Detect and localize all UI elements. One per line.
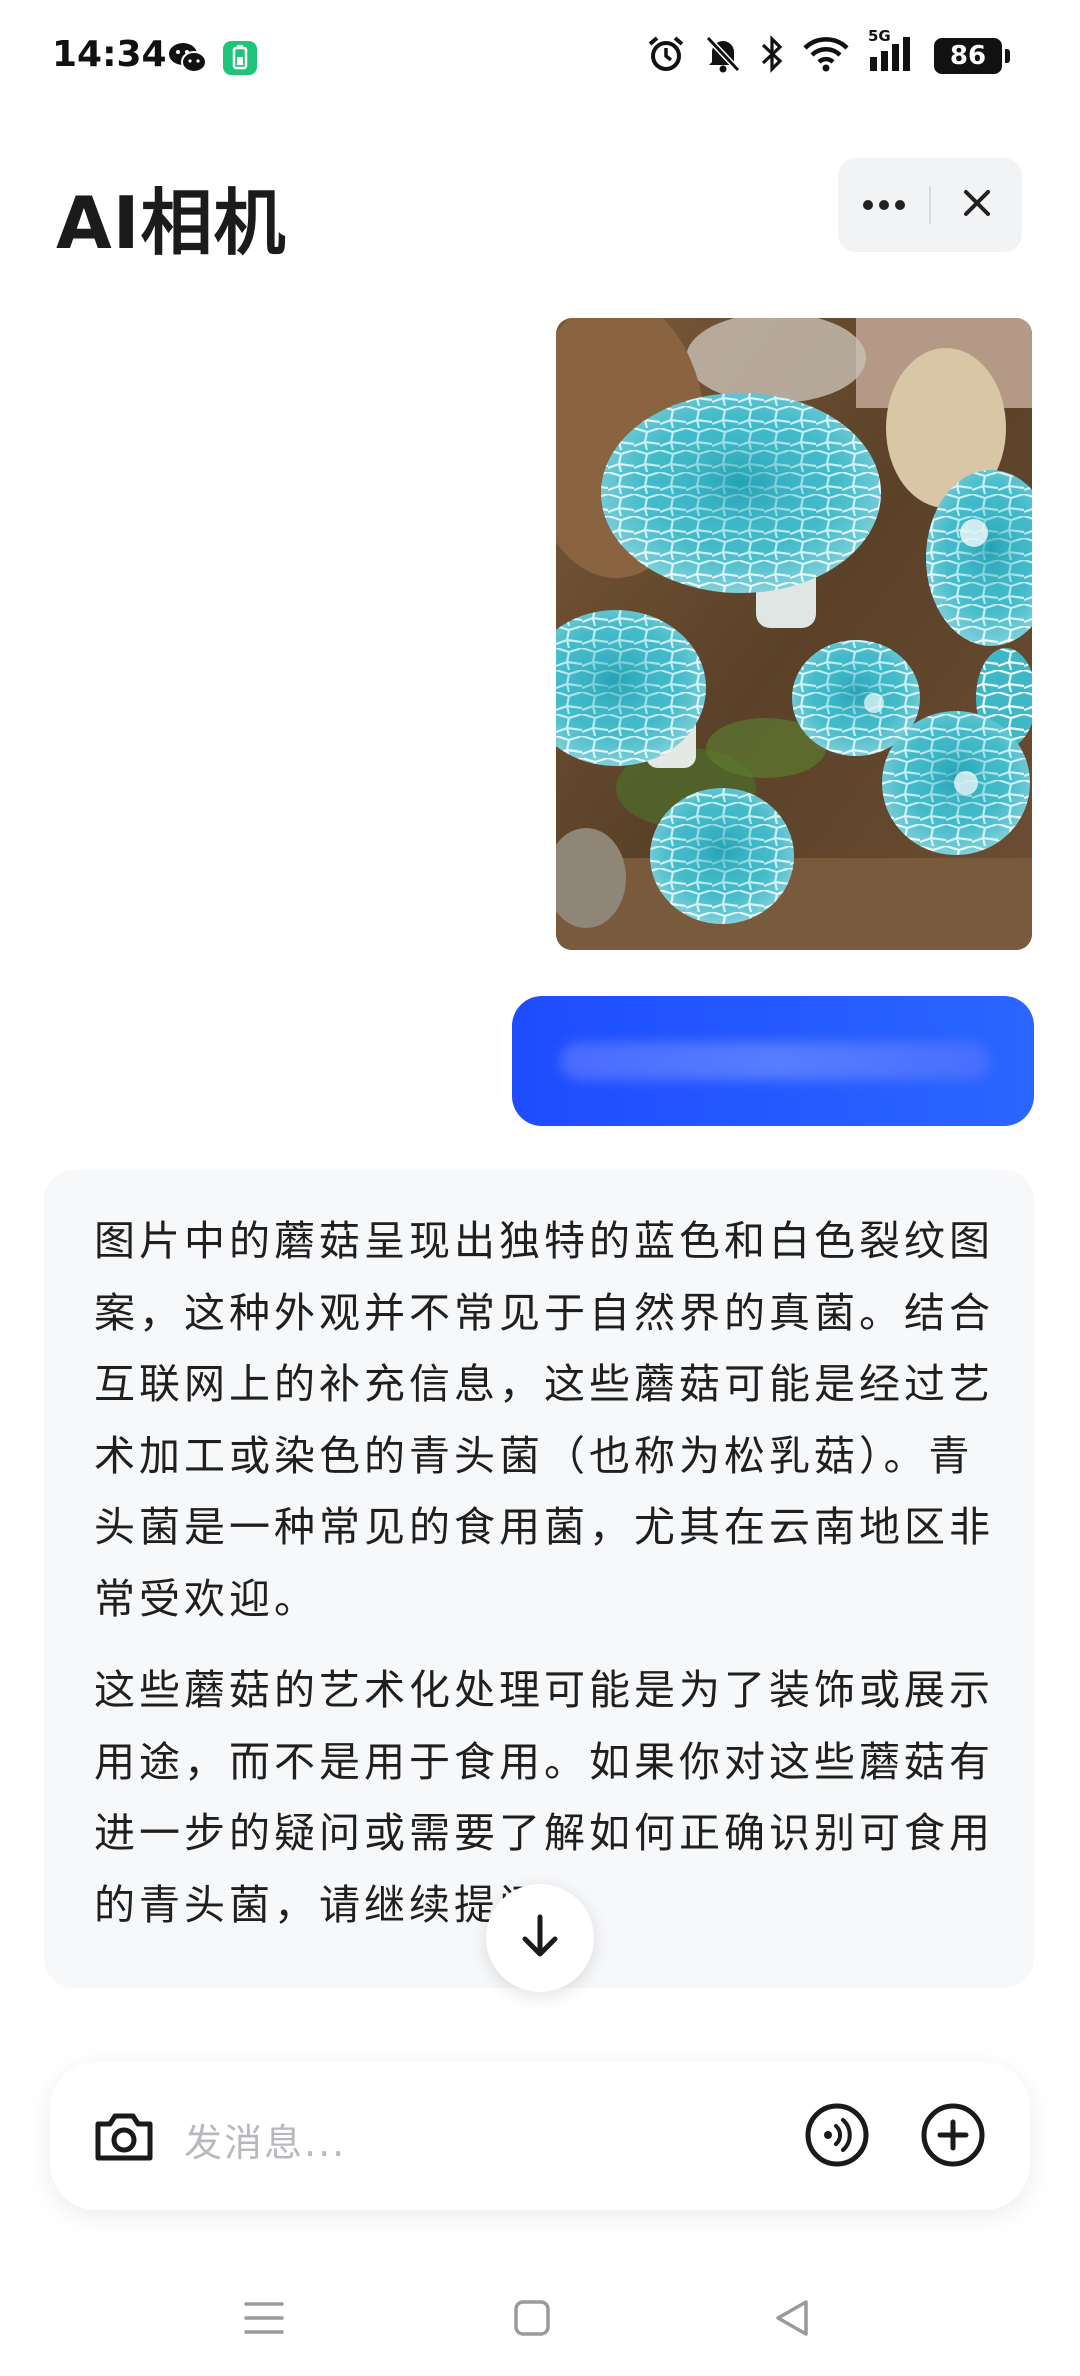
page-title: AI相机 <box>56 181 287 265</box>
battery-saver-icon <box>222 40 258 80</box>
menu-lines-icon <box>244 2300 284 2340</box>
system-nav-bar <box>0 2260 1080 2360</box>
mute-icon <box>704 34 742 78</box>
status-time: 14:34 <box>52 34 167 75</box>
back-triangle-icon <box>772 2298 812 2342</box>
network-type: 5G <box>868 27 891 45</box>
ai-response-text: 图片中的蘑菇呈现出独特的蓝色和白色裂纹图案，这种外观并不常见于自然界的真菌。结合… <box>94 1206 994 1941</box>
message-input[interactable]: 发消息... <box>184 2112 346 2167</box>
user-message-bubble[interactable] <box>512 996 1034 1126</box>
nav-home-button[interactable] <box>502 2290 562 2350</box>
wifi-icon <box>802 35 850 77</box>
mushroom-photo <box>556 318 1032 950</box>
battery-tip <box>1005 49 1010 63</box>
bluetooth-icon <box>760 34 784 78</box>
more-button[interactable] <box>838 158 929 252</box>
close-button[interactable] <box>931 158 1022 252</box>
camera-button[interactable] <box>92 2104 156 2168</box>
ai-response-card: 图片中的蘑菇呈现出独特的蓝色和白色裂纹图案，这种外观并不常见于自然界的真菌。结合… <box>44 1170 1034 1988</box>
camera-icon <box>92 2113 156 2172</box>
nav-recents-button[interactable] <box>234 2290 294 2350</box>
arrow-down-icon <box>520 1914 560 1962</box>
ai-camera-screen: 14:34 5G 86 AI相机 图片中的蘑菇呈现出独特的蓝色和白色裂纹图案，这… <box>0 0 1080 2376</box>
ai-response-paragraph: 图片中的蘑菇呈现出独特的蓝色和白色裂纹图案，这种外观并不常见于自然界的真菌。结合… <box>94 1217 994 1623</box>
battery-level: 86 <box>934 38 1002 74</box>
wechat-icon <box>168 41 208 79</box>
add-button[interactable] <box>920 2102 986 2168</box>
scroll-to-bottom-button[interactable] <box>486 1884 594 1992</box>
user-message-text <box>560 1042 990 1080</box>
header: AI相机 <box>0 150 1080 270</box>
plus-icon <box>920 2103 986 2172</box>
voice-call-button[interactable] <box>804 2102 870 2168</box>
status-bar: 14:34 5G 86 <box>0 0 1080 120</box>
message-input-bar: 发消息... <box>50 2062 1030 2210</box>
header-actions <box>838 158 1022 252</box>
close-icon <box>963 189 991 221</box>
voice-call-icon <box>804 2103 870 2172</box>
user-photo-message[interactable] <box>556 318 1032 950</box>
square-icon <box>513 2299 551 2341</box>
signal-icon: 5G <box>868 27 916 77</box>
alarm-icon <box>646 34 686 78</box>
more-dots-icon <box>862 196 906 215</box>
nav-back-button[interactable] <box>762 2290 822 2350</box>
